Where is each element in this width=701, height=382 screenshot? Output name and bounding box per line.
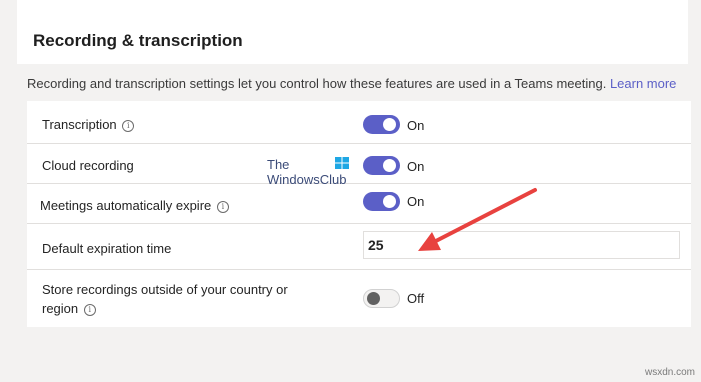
annotation-arrow-icon (418, 188, 537, 251)
site-watermark: wsxdn.com (644, 367, 695, 378)
